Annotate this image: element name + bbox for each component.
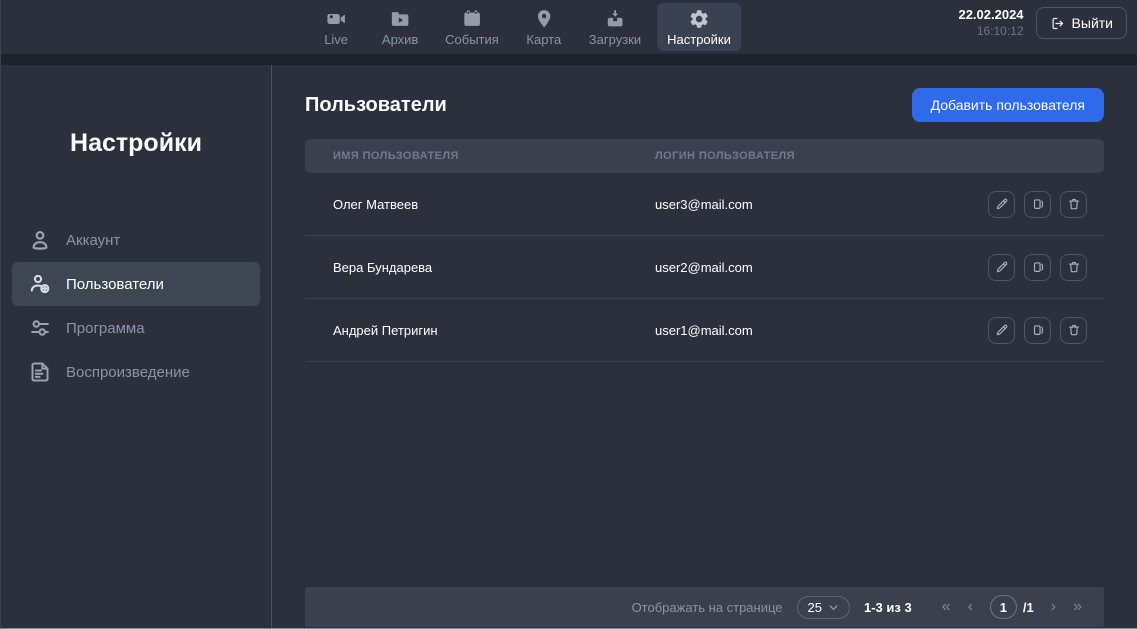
edit-user-button[interactable] <box>988 254 1015 281</box>
delete-user-button[interactable] <box>1060 191 1087 218</box>
content-area: Настройки Аккаунт Пользователи <box>1 65 1137 628</box>
sliders-icon <box>28 316 52 340</box>
user-name: Олег Матвеев <box>333 197 655 212</box>
page-size-select[interactable]: 25 <box>797 596 850 619</box>
pagination-controls: « ‹ 1 /1 › » <box>942 595 1082 619</box>
nav-tab-settings[interactable]: Настройки <box>657 3 741 51</box>
sidebar-item-account[interactable]: Аккаунт <box>12 218 260 262</box>
topbar-right: 22.02.2024 16:10:12 Выйти <box>958 7 1127 39</box>
sidebar-item-label: Воспроизведение <box>66 364 190 381</box>
trash-icon <box>1067 323 1081 337</box>
delete-user-button[interactable] <box>1060 317 1087 344</box>
gear-icon <box>688 8 710 30</box>
page-size-label: Отображать на странице <box>632 600 783 615</box>
app-window: Live Архив События Карта <box>0 0 1137 629</box>
current-time: 16:10:12 <box>958 24 1023 39</box>
users-table-body: Олег Матвеев user3@mail.com Вера Бундаре… <box>305 173 1104 362</box>
user-name: Андрей Петригин <box>333 323 655 338</box>
last-page-button[interactable]: » <box>1073 599 1082 615</box>
download-box-icon <box>604 8 626 30</box>
sidebar-item-label: Пользователи <box>66 276 164 293</box>
first-page-button[interactable]: « <box>942 599 951 615</box>
video-camera-icon <box>325 8 347 30</box>
delete-user-button[interactable] <box>1060 254 1087 281</box>
sidebar-item-program[interactable]: Программа <box>12 306 260 350</box>
nav-tab-label: События <box>445 33 499 47</box>
row-actions <box>988 254 1087 281</box>
copy-user-button[interactable] <box>1024 191 1051 218</box>
datetime-display: 22.02.2024 16:10:12 <box>958 7 1023 38</box>
nav-tab-map[interactable]: Карта <box>515 3 573 51</box>
total-pages: /1 <box>1023 600 1034 615</box>
add-user-button[interactable]: Добавить пользователя <box>912 88 1104 122</box>
copy-icon <box>1031 260 1045 274</box>
nav-tab-live[interactable]: Live <box>307 3 365 51</box>
user-name: Вера Бундарева <box>333 260 655 275</box>
nav-tab-label: Архив <box>382 33 418 47</box>
logout-button[interactable]: Выйти <box>1036 7 1127 39</box>
trash-icon <box>1067 260 1081 274</box>
calendar-icon <box>461 8 483 30</box>
copy-user-button[interactable] <box>1024 254 1051 281</box>
settings-sidebar: Настройки Аккаунт Пользователи <box>1 65 272 628</box>
user-login: user2@mail.com <box>655 260 988 275</box>
pencil-icon <box>995 323 1009 337</box>
copy-icon <box>1031 197 1045 211</box>
account-person-icon <box>28 228 52 252</box>
user-login: user1@mail.com <box>655 323 988 338</box>
sidebar-menu: Аккаунт Пользователи Программа <box>1 218 271 394</box>
user-row: Андрей Петригин user1@mail.com <box>305 299 1104 362</box>
column-header-login: ЛОГИН ПОЛЬЗОВАТЕЛЯ <box>655 150 1076 162</box>
page-size-value: 25 <box>808 600 822 615</box>
trash-icon <box>1067 197 1081 211</box>
page-title: Пользователи <box>305 94 447 117</box>
playback-document-icon <box>28 360 52 384</box>
logout-label: Выйти <box>1072 15 1113 31</box>
pencil-icon <box>995 260 1009 274</box>
sidebar-item-playback[interactable]: Воспроизведение <box>12 350 260 394</box>
copy-user-button[interactable] <box>1024 317 1051 344</box>
topbar-divider-strip <box>1 54 1137 65</box>
sidebar-item-users[interactable]: Пользователи <box>12 262 260 306</box>
logout-icon <box>1050 16 1065 31</box>
sidebar-item-label: Программа <box>66 320 145 337</box>
current-page-input[interactable]: 1 <box>990 595 1017 619</box>
nav-tab-label: Live <box>324 33 348 47</box>
archive-folder-icon <box>389 8 411 30</box>
user-login: user3@mail.com <box>655 197 988 212</box>
row-actions <box>988 317 1087 344</box>
prev-page-button[interactable]: ‹ <box>968 599 973 615</box>
edit-user-button[interactable] <box>988 317 1015 344</box>
top-navigation: Live Архив События Карта <box>307 3 741 51</box>
user-row: Вера Бундарева user2@mail.com <box>305 236 1104 299</box>
copy-icon <box>1031 323 1045 337</box>
nav-tab-label: Настройки <box>667 33 731 47</box>
current-date: 22.02.2024 <box>958 7 1023 23</box>
row-actions <box>988 191 1087 218</box>
column-header-name: ИМЯ ПОЛЬЗОВАТЕЛЯ <box>333 150 655 162</box>
nav-tab-downloads[interactable]: Загрузки <box>579 3 651 51</box>
edit-user-button[interactable] <box>988 191 1015 218</box>
pagination-bar: Отображать на странице 25 1-3 из 3 « ‹ 1… <box>305 587 1104 627</box>
topbar: Live Архив События Карта <box>1 0 1137 54</box>
pagination-range: 1-3 из 3 <box>864 600 912 615</box>
users-panel: Пользователи Добавить пользователя ИМЯ П… <box>272 65 1137 628</box>
sidebar-item-label: Аккаунт <box>66 232 120 249</box>
chevron-down-icon <box>828 602 839 613</box>
nav-tab-events[interactable]: События <box>435 3 509 51</box>
nav-tab-archive[interactable]: Архив <box>371 3 429 51</box>
user-add-icon <box>28 272 52 296</box>
next-page-button[interactable]: › <box>1051 599 1056 615</box>
map-pin-icon <box>533 8 555 30</box>
user-row: Олег Матвеев user3@mail.com <box>305 173 1104 236</box>
nav-tab-label: Карта <box>526 33 561 47</box>
sidebar-title: Настройки <box>1 129 271 158</box>
pencil-icon <box>995 197 1009 211</box>
users-panel-header: Пользователи Добавить пользователя <box>305 88 1104 122</box>
nav-tab-label: Загрузки <box>589 33 641 47</box>
users-table-header: ИМЯ ПОЛЬЗОВАТЕЛЯ ЛОГИН ПОЛЬЗОВАТЕЛЯ <box>305 139 1104 173</box>
